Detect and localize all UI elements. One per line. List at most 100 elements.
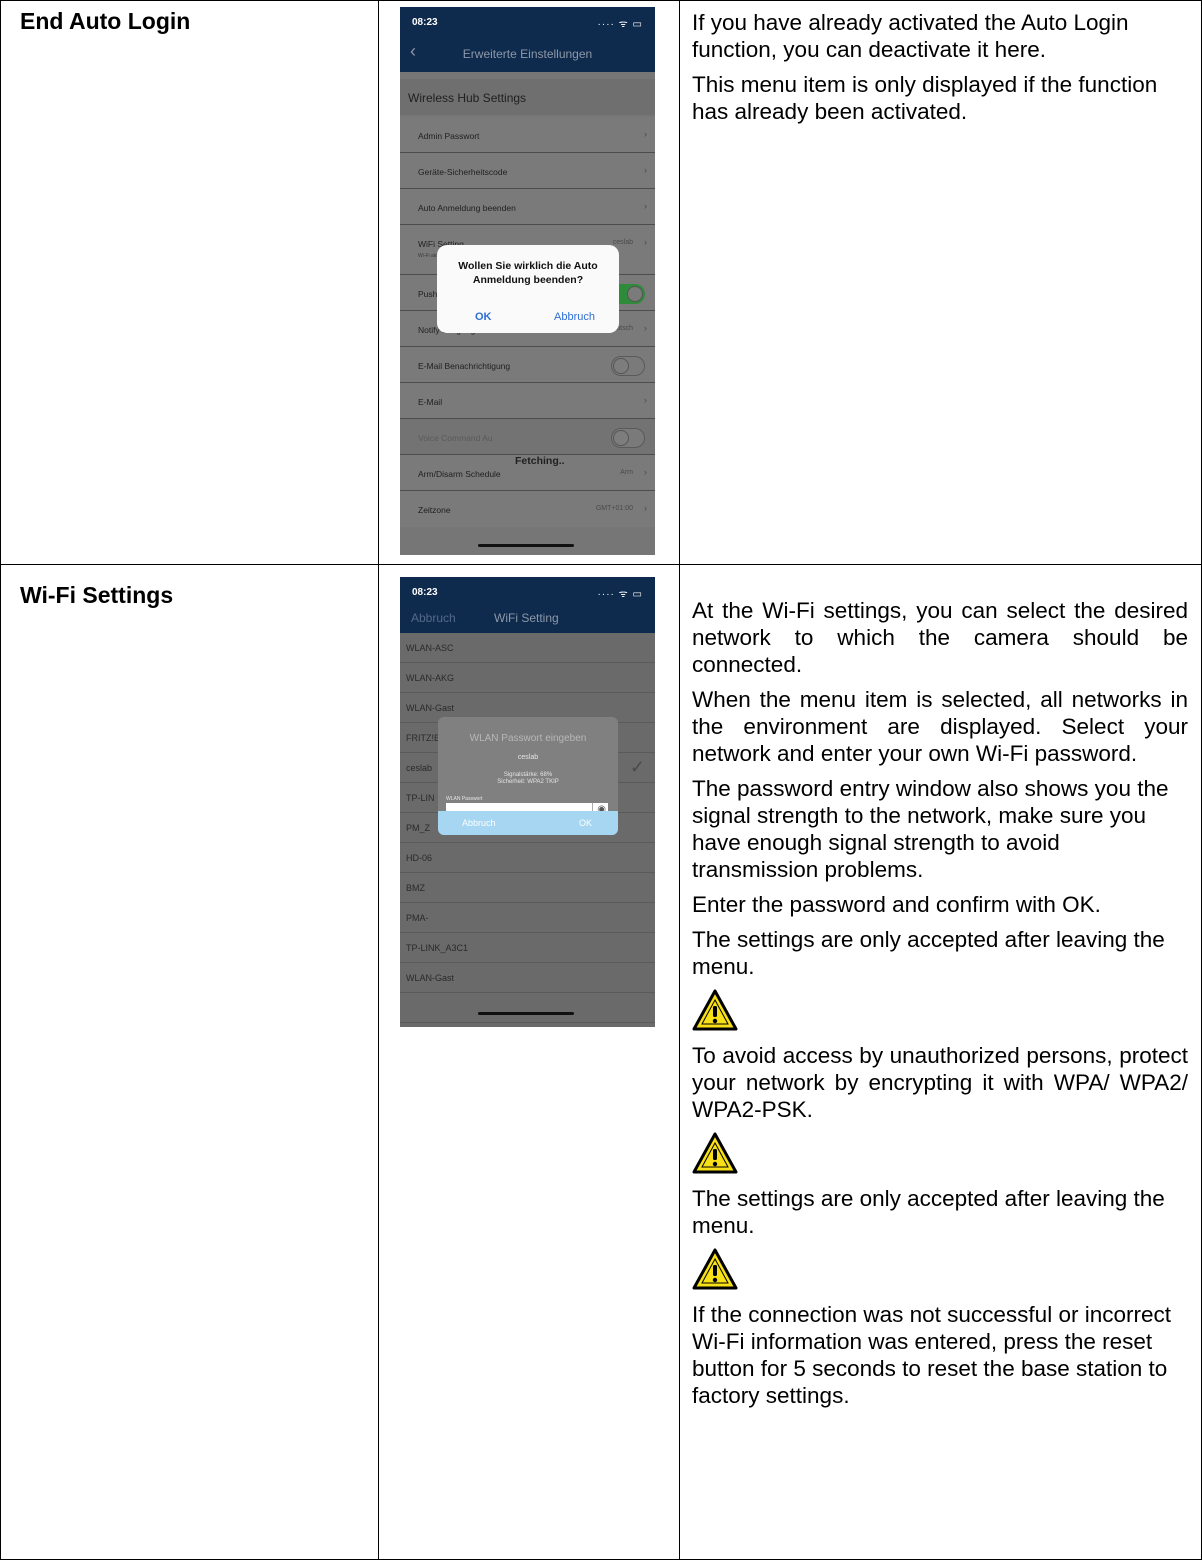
fetching-indicator: Fetching.. bbox=[515, 455, 565, 467]
alert-message-line2: Anmeldung beenden? bbox=[472, 274, 584, 286]
dialog-button-bar: Abbruch OK bbox=[438, 811, 618, 835]
document-table: End Auto Login 08:23 ···· ᯤ ▭ ‹ Erweiter… bbox=[0, 0, 1202, 1560]
voice-command-toggle[interactable] bbox=[611, 428, 645, 448]
paragraph: The settings are only accepted after lea… bbox=[692, 927, 1165, 979]
settings-item-admin-password[interactable]: Admin Passwort › bbox=[400, 117, 655, 153]
nav-bar: 08:23 ···· ᯤ ▭ ‹ Erweiterte Einstellunge… bbox=[400, 7, 655, 72]
description-wifi-settings: At the Wi-Fi settings, you can select th… bbox=[692, 597, 1188, 1417]
network-name: WLAN-AKG bbox=[406, 673, 455, 683]
status-bar: 08:23 ···· ᯤ ▭ bbox=[400, 577, 655, 603]
chevron-right-icon: › bbox=[644, 201, 647, 211]
network-name: WLAN-Gast bbox=[406, 973, 455, 983]
email-notification-toggle[interactable] bbox=[611, 356, 645, 376]
network-name: TP-LINK_A3C1 bbox=[406, 943, 469, 953]
network-name: WLAN-ASC bbox=[406, 643, 454, 653]
dialog-signal: Signalstärke: 68% bbox=[503, 772, 553, 778]
description-end-auto-login: If you have already activated the Auto L… bbox=[692, 9, 1188, 133]
settings-item-label: Arm/Disarm Schedule bbox=[418, 469, 501, 479]
wifi-password-dialog: WLAN Passwort eingeben ceslab Signalstär… bbox=[438, 717, 618, 835]
settings-item-email[interactable]: E-Mail › bbox=[400, 383, 655, 419]
chevron-right-icon: › bbox=[644, 237, 647, 247]
network-item[interactable]: WLAN-ASC bbox=[400, 633, 655, 663]
checkmark-icon: ✓ bbox=[629, 757, 645, 777]
settings-item-security-code[interactable]: Geräte-Sicherheitscode › bbox=[400, 153, 655, 189]
nav-cancel-button[interactable]: Abbruch bbox=[411, 611, 456, 625]
network-name: PMA- bbox=[406, 913, 429, 923]
network-name: HD-06 bbox=[406, 853, 433, 863]
dialog-cancel-button[interactable]: Abbruch bbox=[462, 818, 496, 828]
settings-item-value: Arm bbox=[620, 469, 633, 476]
settings-item-email-notification[interactable]: E-Mail Benachrichtigung bbox=[400, 347, 655, 383]
dialog-signal-info: Signalstärke: 68% Sicherheit: WPA2 TKIP bbox=[438, 772, 618, 786]
settings-item-label: Admin Passwort bbox=[418, 131, 480, 141]
phone-screenshot-auto-login: 08:23 ···· ᯤ ▭ ‹ Erweiterte Einstellunge… bbox=[400, 7, 655, 555]
paragraph: The password entry window also shows you… bbox=[692, 776, 1169, 882]
table-col-divider-1 bbox=[378, 0, 379, 1560]
home-indicator bbox=[478, 544, 574, 547]
status-time: 08:23 bbox=[412, 587, 438, 598]
dialog-ssid: ceslab bbox=[517, 754, 539, 761]
network-name: WLAN-Gast bbox=[406, 703, 455, 713]
network-item[interactable]: BMZ bbox=[400, 873, 655, 903]
network-name: TP-LIN bbox=[406, 793, 435, 803]
settings-item-label: Zeitzone bbox=[418, 505, 451, 515]
row-title-end-auto-login: End Auto Login bbox=[20, 8, 191, 34]
alert-message-line1: Wollen Sie wirklich die Auto bbox=[458, 260, 598, 272]
network-item[interactable]: PMA- bbox=[400, 903, 655, 933]
settings-item-timezone[interactable]: Zeitzone GMT+01:00 › bbox=[400, 491, 655, 527]
settings-item-label: E-Mail Benachrichtigung bbox=[418, 361, 511, 371]
status-time: 08:23 bbox=[412, 17, 438, 28]
paragraph: At the Wi-Fi settings, you can select th… bbox=[692, 598, 1188, 677]
alert-ok-button[interactable]: OK bbox=[475, 311, 492, 323]
home-indicator bbox=[478, 1012, 574, 1015]
section-header: Wireless Hub Settings bbox=[400, 79, 655, 115]
alert-message: Wollen Sie wirklich die Auto Anmeldung b… bbox=[437, 259, 619, 287]
row-title-wifi-settings: Wi-Fi Settings bbox=[20, 582, 174, 608]
settings-item-value: GMT+01:00 bbox=[595, 505, 633, 512]
settings-item-label: Geräte-Sicherheitscode bbox=[418, 167, 508, 177]
settings-item-label: Auto Anmeldung beenden bbox=[418, 203, 516, 213]
password-field-label: WLAN Passwort bbox=[446, 796, 483, 802]
paragraph: The settings are only accepted after lea… bbox=[692, 1186, 1165, 1238]
warning-icon bbox=[692, 1132, 738, 1174]
table-row-divider bbox=[0, 564, 1202, 565]
network-name: BMZ bbox=[406, 883, 425, 893]
toggle-knob bbox=[613, 430, 629, 446]
chevron-right-icon: › bbox=[644, 129, 647, 139]
network-item-empty bbox=[400, 993, 655, 1023]
settings-item-auto-login-end[interactable]: Auto Anmeldung beenden › bbox=[400, 189, 655, 225]
settings-item-label: Push bbox=[418, 289, 438, 299]
network-name: PM_Z bbox=[406, 823, 431, 833]
toggle-knob bbox=[613, 358, 629, 374]
confirm-alert: Wollen Sie wirklich die Auto Anmeldung b… bbox=[437, 245, 619, 333]
nav-title: Erweiterte Einstellungen bbox=[462, 47, 593, 61]
chevron-right-icon: › bbox=[644, 503, 647, 513]
paragraph: Enter the password and confirm with OK. bbox=[692, 892, 1101, 917]
paragraph: If the connection was not successful or … bbox=[692, 1302, 1171, 1408]
network-item[interactable]: TP-LINK_A3C1 bbox=[400, 933, 655, 963]
paragraph: To avoid access by unauthorized persons,… bbox=[692, 1043, 1188, 1122]
settings-item-voice-command[interactable]: Voice Command Au bbox=[400, 419, 655, 455]
chevron-right-icon: › bbox=[644, 323, 647, 333]
dialog-security: Sicherheit: WPA2 TKIP bbox=[497, 779, 559, 785]
network-item[interactable]: WLAN-Gast bbox=[400, 963, 655, 993]
nav-bar: 08:23 ···· ᯤ ▭ Abbruch WiFi Setting bbox=[400, 577, 655, 633]
chevron-right-icon: › bbox=[644, 467, 647, 477]
settings-item-label: E-Mail bbox=[418, 397, 443, 407]
settings-item-value: ceslab bbox=[612, 239, 633, 246]
dialog-ok-button[interactable]: OK bbox=[579, 818, 592, 828]
settings-item-label: Voice Command Au bbox=[418, 433, 493, 443]
wifi-battery-icon: ···· ᯤ ▭ bbox=[597, 589, 643, 600]
paragraph: When the menu item is selected, all netw… bbox=[692, 687, 1188, 766]
paragraph: If you have already activated the Auto L… bbox=[692, 10, 1129, 62]
table-col-divider-2 bbox=[679, 0, 680, 1560]
table-border-left bbox=[0, 0, 1, 1560]
chevron-right-icon: › bbox=[644, 395, 647, 405]
dialog-title: WLAN Passwort eingeben bbox=[469, 733, 587, 744]
alert-cancel-button[interactable]: Abbruch bbox=[554, 311, 595, 323]
network-item[interactable]: WLAN-AKG bbox=[400, 663, 655, 693]
status-bar: 08:23 ···· ᯤ ▭ bbox=[400, 7, 655, 33]
section-header-label: Wireless Hub Settings bbox=[408, 91, 527, 105]
warning-icon bbox=[692, 989, 738, 1031]
network-item[interactable]: HD-06 bbox=[400, 843, 655, 873]
